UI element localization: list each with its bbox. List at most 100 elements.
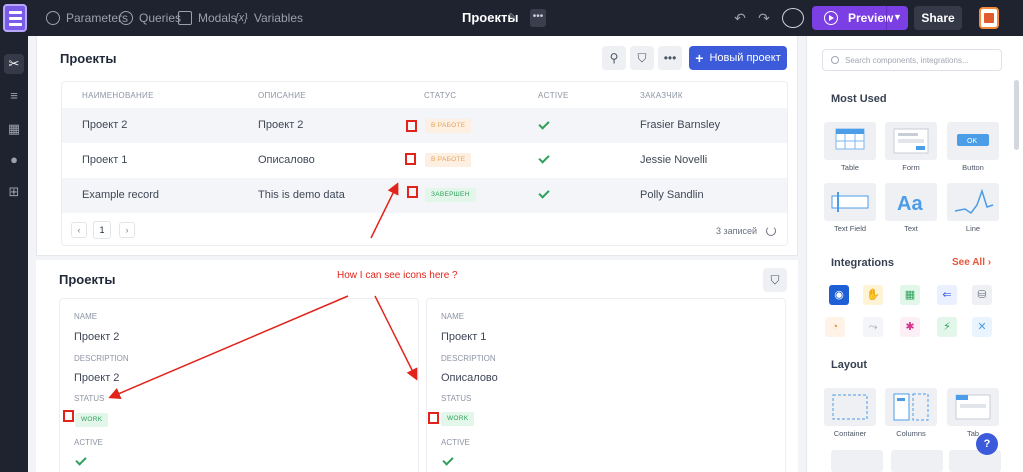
help-button[interactable]: ? (976, 433, 998, 455)
table-section-title: Проекты (60, 51, 117, 66)
svg-text:Aa: Aa (897, 193, 923, 215)
parameters-link[interactable]: Parameters (46, 10, 128, 26)
filter-icon[interactable]: ⛉ (630, 46, 654, 70)
text-widget-icon: Aa (885, 183, 937, 221)
integration-icon[interactable]: ⛁ (972, 285, 992, 305)
integration-icon[interactable]: ✱ (900, 317, 920, 337)
integration-icon[interactable]: ⤳ (863, 317, 883, 337)
avatar[interactable] (979, 7, 999, 29)
table-row[interactable]: Проект 1 Описалово В РАБОТЕ Jessie Novel… (62, 143, 787, 178)
chevron-down-icon[interactable]: ▼ (886, 6, 908, 30)
status-badge: WORK (75, 413, 109, 427)
text-field-component[interactable]: Text Field (822, 181, 878, 239)
svg-text:OK: OK (967, 138, 977, 145)
field-label: STATUS (74, 394, 105, 403)
app-logo[interactable] (3, 4, 27, 32)
edit-pencil-icon[interactable]: ✎ (508, 12, 516, 23)
integration-icon[interactable]: ✕ (972, 317, 992, 337)
play-circle-icon (119, 11, 133, 25)
list-section-title: Проекты (59, 272, 116, 287)
integration-icon[interactable]: ◔ (825, 317, 845, 337)
status-badge: ЗАВЕРШЕН (425, 188, 476, 202)
tabs-widget-icon (947, 388, 999, 426)
table-component[interactable]: Table (822, 120, 878, 178)
line-chart-component[interactable]: Line (945, 181, 1001, 239)
status-badge: В РАБОТЕ (425, 119, 472, 133)
records-count: 3 записей (716, 226, 758, 236)
see-all-link[interactable]: See All › (952, 257, 991, 268)
button-component[interactable]: OK Button (945, 120, 1001, 178)
users-icon[interactable]: ● (4, 150, 24, 170)
next-page-button[interactable]: › (119, 222, 135, 238)
panel-scrollbar[interactable] (1014, 80, 1019, 150)
integration-icon[interactable]: ◉ (829, 285, 849, 305)
refresh-icon[interactable] (766, 226, 776, 236)
columns-component[interactable]: Columns (883, 386, 939, 444)
search-icon[interactable]: ⚲ (602, 46, 626, 70)
redo-icon[interactable]: ↷ (755, 9, 773, 27)
undo-icon[interactable]: ↶ (731, 9, 749, 27)
container-component[interactable]: Container (822, 386, 878, 444)
modals-link[interactable]: Modals (178, 10, 237, 26)
cell-description: This is demo data (258, 189, 345, 201)
variables-link[interactable]: {x} Variables (235, 10, 303, 26)
integration-icon[interactable]: ✋ (863, 285, 883, 305)
form-widget-icon (885, 122, 937, 160)
queries-link[interactable]: Queries (119, 10, 181, 26)
new-project-button[interactable]: + Новый проект (689, 46, 787, 70)
filter-icon[interactable]: ⛉ (763, 268, 787, 292)
text-component[interactable]: Aa Text (883, 181, 939, 239)
cell-description: Проект 2 (258, 119, 304, 131)
annotation-text: How I can see icons here ? (337, 270, 458, 281)
cell-name: Example record (82, 189, 160, 201)
prev-page-button[interactable]: ‹ (71, 222, 87, 238)
layout-heading: Layout (831, 359, 868, 371)
table-row[interactable]: Проект 2 Проект 2 В РАБОТЕ Frasier Barns… (62, 108, 787, 143)
pages-icon[interactable]: ▦ (4, 119, 24, 139)
database-icon[interactable]: ≡ (4, 86, 24, 106)
missing-icon-marker (428, 412, 439, 424)
page-more-button[interactable]: ••• (530, 9, 546, 27)
check-icon (538, 187, 550, 199)
column-header-active[interactable]: ACTIVE (538, 91, 569, 100)
column-header-name[interactable]: НАИМЕНОВАНИЕ (82, 91, 154, 100)
cell-customer: Polly Sandlin (640, 189, 704, 201)
check-icon (538, 152, 550, 164)
design-tools-icon[interactable]: ✂ (4, 54, 24, 74)
missing-icon-marker (406, 120, 417, 132)
column-header-status[interactable]: СТАТУС (424, 91, 456, 100)
column-header-description[interactable]: ОПИСАНИЕ (258, 91, 306, 100)
hierarchy-icon[interactable]: ⊞ (4, 182, 24, 202)
modals-icon (178, 11, 192, 25)
history-icon[interactable] (782, 8, 804, 28)
list-item[interactable]: NAME Проект 2 DESCRIPTION Проект 2 STATU… (59, 298, 419, 472)
component-search-input[interactable]: Search components, integrations... (822, 49, 1002, 71)
table-row[interactable]: Example record This is demo data ЗАВЕРШЕ… (62, 178, 787, 213)
search-icon (831, 56, 839, 64)
layout-component[interactable] (889, 448, 945, 472)
most-used-heading: Most Used (831, 93, 887, 105)
preview-button[interactable]: Preview ▼ (812, 6, 908, 30)
integration-icon[interactable]: ▦ (900, 285, 920, 305)
plus-icon: + (695, 50, 704, 66)
field-value: Проект 1 (441, 331, 487, 343)
field-label: NAME (74, 312, 98, 321)
left-rail: ✂ ≡ ▦ ● ⊞ (0, 36, 28, 472)
play-icon (824, 11, 838, 25)
share-button[interactable]: Share (914, 6, 962, 30)
table-card: Проекты ⚲ ⛉ ••• + Новый проект НАИМЕНОВА… (36, 36, 798, 256)
field-label: DESCRIPTION (74, 354, 129, 363)
form-component[interactable]: Form (883, 120, 939, 178)
integration-icon[interactable]: ⚡ (937, 317, 957, 337)
integration-icon[interactable]: ⇐ (937, 285, 957, 305)
layout-component[interactable] (829, 448, 885, 472)
projects-table: НАИМЕНОВАНИЕ ОПИСАНИЕ СТАТУС ACTIVE ЗАКА… (61, 81, 788, 246)
line-chart-widget-icon (947, 183, 999, 221)
column-header-customer[interactable]: ЗАКАЗЧИК (640, 91, 683, 100)
missing-icon-marker (405, 153, 416, 165)
more-button[interactable]: ••• (658, 46, 682, 70)
cell-customer: Jessie Novelli (640, 154, 708, 166)
list-item[interactable]: NAME Проект 1 DESCRIPTION Описалово STAT… (426, 298, 786, 472)
page-number[interactable]: 1 (93, 221, 111, 239)
check-icon (538, 118, 550, 130)
